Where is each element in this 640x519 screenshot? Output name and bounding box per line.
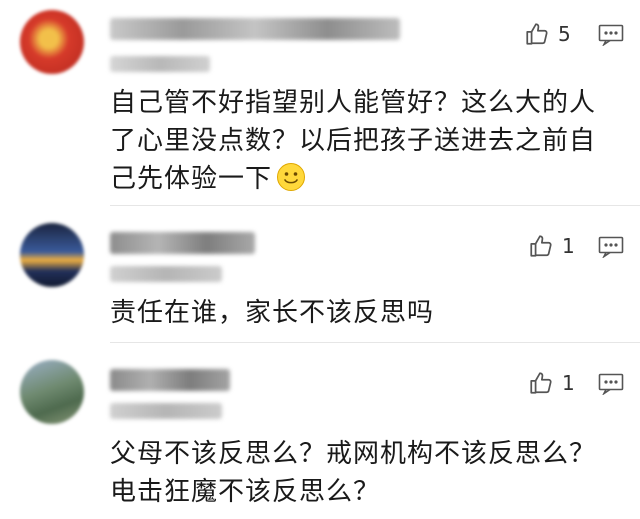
like-count: 5 xyxy=(558,22,571,46)
thumbs-up-icon xyxy=(530,372,552,394)
comment-text: 责任在谁，家长不该反思吗 xyxy=(110,298,435,328)
like-button[interactable]: 1 xyxy=(528,370,575,396)
comment-icon[interactable] xyxy=(598,24,624,46)
comment-icon[interactable] xyxy=(598,373,624,395)
avatar[interactable] xyxy=(20,360,84,424)
like-count: 1 xyxy=(562,371,575,395)
username-blurred[interactable] xyxy=(110,232,255,254)
comment-item: 5 自己管不好指望别人能管好？这么大的人了心里没点数？以后把孩子送进去之前自己先… xyxy=(0,0,640,205)
thumbs-up-icon xyxy=(530,235,552,257)
thumbs-up-icon xyxy=(526,23,548,45)
timestamp-blurred xyxy=(110,56,210,72)
comment-item: 1 父母不该反思么？戒网机构不该反思么？电击狂魔不该反思么？ xyxy=(0,343,640,519)
timestamp-blurred xyxy=(110,266,222,282)
avatar[interactable] xyxy=(20,223,84,287)
username-blurred[interactable] xyxy=(110,369,230,391)
comment-icon[interactable] xyxy=(598,236,624,258)
username-blurred[interactable] xyxy=(110,18,400,40)
like-button[interactable]: 1 xyxy=(528,233,575,259)
comment-text: 父母不该反思么？戒网机构不该反思么？电击狂魔不该反思么？ xyxy=(110,439,597,507)
like-count: 1 xyxy=(562,234,575,258)
avatar[interactable] xyxy=(20,10,84,74)
like-button[interactable]: 5 xyxy=(524,21,571,47)
smiley-emoji xyxy=(277,163,306,191)
comment-item: 1 责任在谁，家长不该反思吗 xyxy=(0,206,640,342)
timestamp-blurred xyxy=(110,403,222,419)
comment-text: 自己管不好指望别人能管好？这么大的人了心里没点数？以后把孩子送进去之前自己先体验… xyxy=(110,88,597,194)
